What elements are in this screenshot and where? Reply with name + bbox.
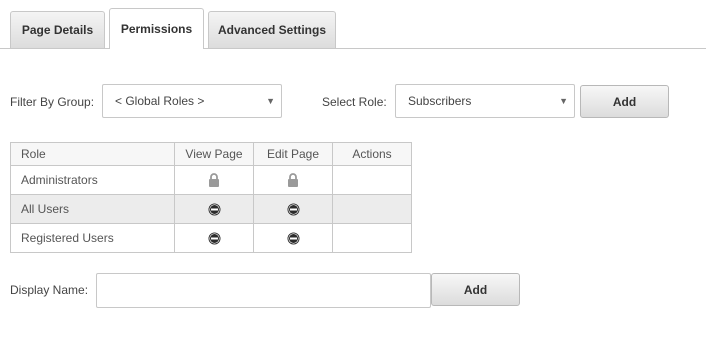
add-display-name-button[interactable]: Add bbox=[431, 273, 520, 306]
filter-group-select[interactable]: < Global Roles > ▼ bbox=[102, 84, 282, 118]
filter-group-value: < Global Roles > bbox=[115, 94, 205, 108]
select-role-label: Select Role: bbox=[322, 95, 387, 109]
table-row: Administrators bbox=[10, 165, 412, 195]
column-header-view-page: View Page bbox=[174, 142, 254, 166]
lock-icon bbox=[288, 172, 298, 187]
tab-page-details[interactable]: Page Details bbox=[10, 11, 105, 48]
tab-bar: Page Details Permissions Advanced Settin… bbox=[0, 0, 706, 49]
deny-icon[interactable] bbox=[208, 232, 221, 245]
actions-cell bbox=[332, 165, 412, 195]
chevron-down-icon: ▼ bbox=[266, 96, 275, 106]
edit-permission-cell[interactable] bbox=[253, 223, 333, 253]
edit-permission-cell bbox=[253, 165, 333, 195]
lock-icon bbox=[209, 172, 219, 187]
permissions-table: Role View Page Edit Page Actions Adminis… bbox=[10, 142, 412, 253]
actions-cell bbox=[332, 223, 412, 253]
tab-advanced-settings[interactable]: Advanced Settings bbox=[208, 11, 336, 48]
table-row: All Users bbox=[10, 194, 412, 224]
view-permission-cell bbox=[174, 165, 254, 195]
deny-icon[interactable] bbox=[208, 203, 221, 216]
add-role-button[interactable]: Add bbox=[580, 85, 669, 118]
tab-permissions[interactable]: Permissions bbox=[109, 8, 204, 49]
select-role-value: Subscribers bbox=[408, 94, 472, 108]
column-header-edit-page: Edit Page bbox=[253, 142, 333, 166]
view-permission-cell[interactable] bbox=[174, 223, 254, 253]
display-name-input[interactable] bbox=[96, 273, 431, 308]
table-row: Registered Users bbox=[10, 223, 412, 253]
deny-icon[interactable] bbox=[287, 232, 300, 245]
deny-icon[interactable] bbox=[287, 203, 300, 216]
filter-group-label: Filter By Group: bbox=[10, 95, 95, 109]
view-permission-cell[interactable] bbox=[174, 194, 254, 224]
display-name-label: Display Name: bbox=[10, 283, 89, 297]
role-name: Registered Users bbox=[10, 223, 175, 253]
actions-cell bbox=[332, 194, 412, 224]
table-header-row: Role View Page Edit Page Actions bbox=[10, 142, 412, 166]
tab-divider bbox=[0, 48, 706, 49]
chevron-down-icon: ▼ bbox=[559, 96, 568, 106]
role-name: Administrators bbox=[10, 165, 175, 195]
column-header-role: Role bbox=[10, 142, 175, 166]
role-name: All Users bbox=[10, 194, 175, 224]
edit-permission-cell[interactable] bbox=[253, 194, 333, 224]
column-header-actions: Actions bbox=[332, 142, 412, 166]
select-role-select[interactable]: Subscribers ▼ bbox=[395, 84, 575, 118]
